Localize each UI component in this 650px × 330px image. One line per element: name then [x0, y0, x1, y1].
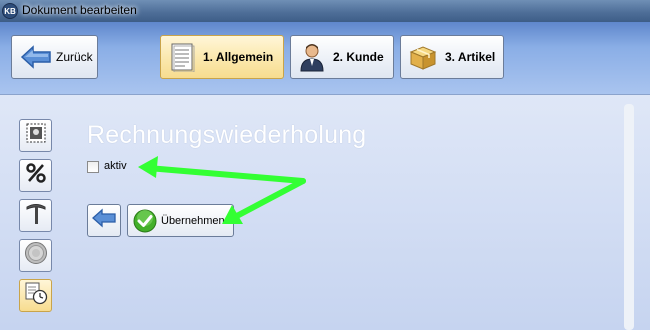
apply-button[interactable]: Übernehmen	[127, 204, 234, 237]
back-small-button[interactable]	[87, 204, 121, 237]
aktiv-checkbox[interactable]	[87, 161, 99, 173]
apply-label: Übernehmen	[161, 214, 225, 227]
signpost-icon	[25, 201, 47, 230]
tab-kunde[interactable]: 2. Kunde	[290, 35, 394, 79]
title-bar: KB Dokument bearbeiten	[0, 0, 650, 22]
arrow-left-icon	[20, 45, 52, 69]
checkmark-icon	[133, 209, 157, 233]
clock-document-icon	[24, 281, 48, 310]
document-icon	[169, 42, 195, 72]
back-button[interactable]: Zurück	[11, 35, 98, 79]
stamp-icon	[25, 122, 47, 149]
app-icon: KB	[2, 3, 18, 19]
tab-label: 3. Artikel	[445, 50, 496, 64]
tab-artikel[interactable]: 3. Artikel	[400, 35, 504, 79]
tab-allgemein[interactable]: 1. Allgemein	[160, 35, 284, 79]
tab-label: 1. Allgemein	[203, 50, 274, 64]
percent-icon	[25, 162, 47, 189]
person-icon	[299, 42, 325, 72]
box-icon	[409, 43, 437, 71]
sidebar-item-percent[interactable]	[19, 159, 52, 192]
page-title: Rechnungswiederholung	[87, 121, 367, 149]
sidebar-item-signpost[interactable]	[19, 199, 52, 232]
aktiv-label: aktiv	[104, 160, 127, 172]
window-title: Dokument bearbeiten	[22, 3, 137, 17]
tab-label: 2. Kunde	[333, 50, 384, 64]
arrow-left-icon	[91, 208, 117, 233]
sidebar-item-recurring[interactable]	[19, 279, 52, 312]
toolbar: Zurück 1. Allgemein 2. Kunde 3. Artikel	[0, 22, 650, 95]
sidebar-item-coin[interactable]	[19, 239, 52, 272]
back-label: Zurück	[56, 50, 93, 64]
scrollbar[interactable]	[624, 104, 634, 330]
sidebar-item-stamp[interactable]	[19, 119, 52, 152]
coin-icon	[24, 241, 48, 270]
